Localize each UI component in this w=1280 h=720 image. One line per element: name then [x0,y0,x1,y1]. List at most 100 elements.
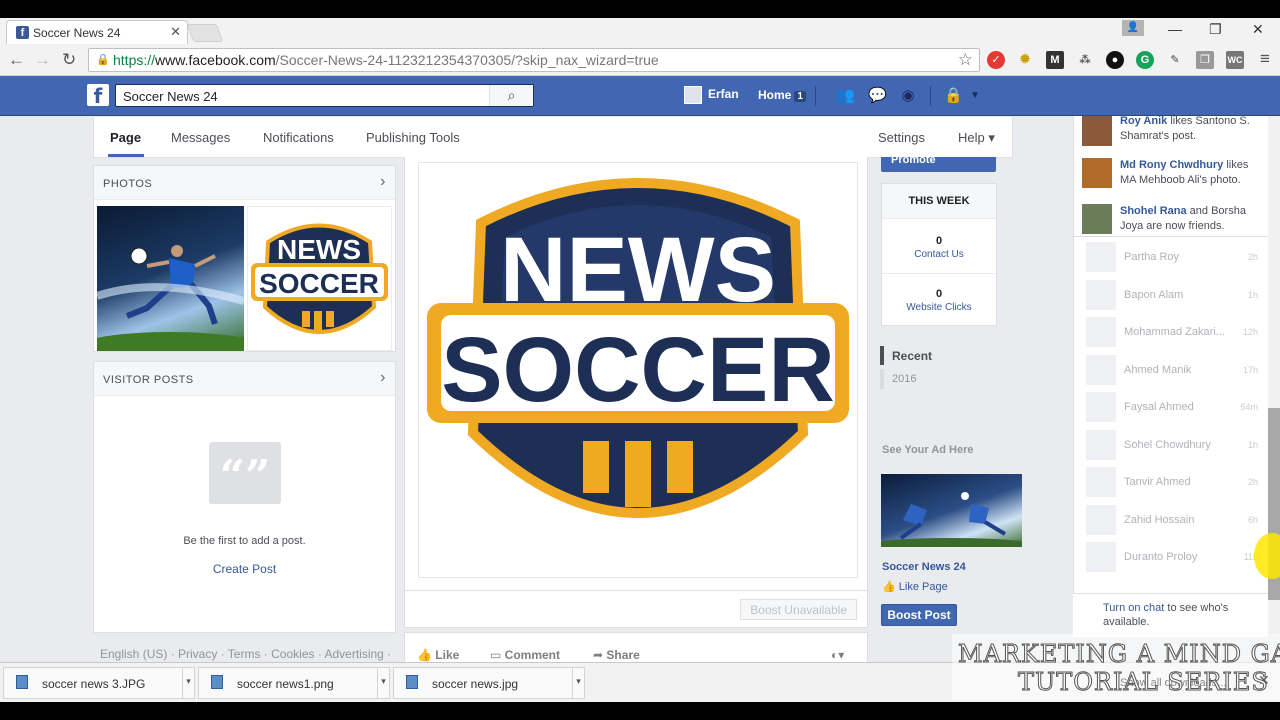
ticker-name: Md Rony Chwdhury [1120,159,1224,171]
ticker-name: Shohel Rana [1120,205,1187,217]
post-image[interactable]: NEWS SOCCER [418,162,858,578]
bookmark-star-icon[interactable]: ☆ [958,50,973,70]
ticker-name: Roy Anik [1120,115,1168,127]
turn-on-chat-link[interactable]: Turn on chat [1103,602,1164,614]
notifications-globe-icon[interactable]: ◉ [899,87,917,105]
menu-icon[interactable]: ≡ [1260,49,1270,69]
minimize-icon[interactable]: — [1168,21,1182,37]
home-link[interactable]: Home 1 [758,88,806,102]
chevron-right-icon[interactable]: › [380,173,386,191]
close-tab-icon[interactable]: ✕ [170,24,181,40]
like-button[interactable]: 👍 Like [417,648,459,662]
contact-stat[interactable]: 0 Contact Us [882,235,996,260]
photos-header[interactable]: PHOTOS › [94,166,395,200]
clicks-label: Website Clicks [906,302,972,313]
privacy-lock-icon[interactable]: 🔒 [944,87,963,105]
profile-link[interactable]: Erfan [684,86,739,104]
chat-contact[interactable]: Partha Roy 2h [1082,242,1262,272]
ad-image[interactable] [881,474,1022,547]
like-icon: 👍 [417,648,436,662]
address-bar[interactable]: 🔒 https://www.facebook.com/Soccer-News-2… [88,48,980,72]
extension-g-icon[interactable]: G [1136,51,1154,69]
forward-icon[interactable]: → [34,50,51,70]
footer-links[interactable]: English (US) · Privacy · Terms · Cookies… [100,647,391,661]
settings-link[interactable]: Settings [878,130,925,145]
year-link[interactable]: 2016 [892,373,916,385]
download-item[interactable]: soccer news.jpg ▾ [393,667,585,699]
tab-page[interactable]: Page [110,130,141,145]
messages-icon[interactable]: 💬 [868,87,887,105]
facebook-logo-icon[interactable]: f [87,84,109,108]
extension-circle-icon[interactable]: ● [1106,51,1124,69]
profile-icon[interactable]: 👤 [1122,20,1144,36]
visitor-posts-card: VISITOR POSTS › “” Be the first to add a… [93,361,396,633]
maximize-icon[interactable]: ❐ [1209,21,1222,38]
empty-posts-text: Be the first to add a post. [183,535,306,547]
like-page-link[interactable]: 👍 Like Page [882,580,948,593]
friend-requests-icon[interactable]: 👥 [836,87,855,105]
visitor-posts-title: VISITOR POSTS [103,374,194,386]
this-week-card: THIS WEEK 0 Contact Us 0 Website Clicks [881,183,997,326]
tab-publishing-tools[interactable]: Publishing Tools [366,130,460,145]
chat-contact[interactable]: Tanvir Ahmed 2h [1082,467,1262,497]
chevron-down-icon[interactable]: ▾ [572,668,584,698]
avatar [1086,242,1116,272]
photo-thumbnail-player[interactable] [97,206,244,351]
download-filename: soccer news1.png [237,677,334,691]
chat-contact[interactable]: Bapon Alam 1h [1082,280,1262,310]
share-icon: ➦ [593,648,607,662]
download-item[interactable]: soccer news 3.JPG ▾ [3,667,195,699]
download-filename: soccer news 3.JPG [42,677,146,691]
new-tab-button[interactable] [186,24,224,42]
tab-title: Soccer News 24 [33,26,121,40]
clicks-stat[interactable]: 0 Website Clicks [882,288,996,313]
chat-contact[interactable]: Sohel Chowdhury 1h [1082,430,1262,460]
chat-contact[interactable]: Duranto Proloy 11h [1082,542,1262,572]
avatar [1086,317,1116,347]
browser-tab[interactable]: f Soccer News 24 ✕ [6,20,188,44]
extension-pen-icon[interactable]: ✎ [1166,51,1184,69]
ad-title[interactable]: Soccer News 24 [882,561,966,573]
search-input[interactable]: Soccer News 24 ⌕ [115,84,534,107]
download-item[interactable]: soccer news1.png ▾ [198,667,390,699]
boost-row: Boost Unavailable [404,590,868,628]
like-page-label: Like Page [898,581,948,593]
extension-m-icon[interactable]: M [1046,51,1064,69]
chat-contact[interactable]: Ahmed Manik 17h [1082,355,1262,385]
promote-button[interactable]: Promote [881,157,996,172]
chevron-down-icon[interactable]: ▾ [182,668,194,698]
extension-wc-icon[interactable]: WC [1226,51,1244,69]
active-tab-indicator [108,154,144,157]
extension-gear-icon[interactable]: ✹ [1016,51,1034,69]
ticker-item[interactable]: Roy Anik likes Santono S. Shamrat's post… [1082,114,1262,146]
boost-unavailable-button[interactable]: Boost Unavailable [740,599,857,620]
tab-notifications[interactable]: Notifications [263,130,334,145]
avatar [684,86,702,104]
audience-menu-icon[interactable]: ◐▾ [831,648,844,662]
back-icon[interactable]: ← [8,50,25,70]
visitor-posts-header[interactable]: VISITOR POSTS › [94,362,395,396]
chat-contact[interactable]: Faysal Ahmed 54m [1082,392,1262,422]
recent-link[interactable]: Recent [892,349,932,363]
comment-button[interactable]: ▭ Comment [490,648,560,662]
chat-contact[interactable]: Mohammad Zakari... 12h [1082,317,1262,347]
ticker-item[interactable]: Md Rony Chwdhury likes MA Mehboob Ali's … [1082,158,1262,188]
avatar [1086,505,1116,535]
boost-post-button[interactable]: Boost Post [881,604,957,626]
reload-icon[interactable]: ↻ [62,50,76,70]
chevron-down-icon[interactable]: ▾ [377,668,389,698]
chevron-right-icon[interactable]: › [380,369,386,387]
extension-grid-icon[interactable]: ⁂ [1076,51,1094,69]
account-menu-icon[interactable]: ▼ [966,87,984,105]
share-button[interactable]: ➦ Share [593,648,640,662]
tab-messages[interactable]: Messages [171,130,230,145]
close-window-icon[interactable]: ✕ [1252,21,1264,38]
help-menu[interactable]: Help ▾ [958,130,995,146]
chat-contact[interactable]: Zahid Hossain 6h [1082,505,1262,535]
ticker-item[interactable]: Shohel Rana and Borsha Joya are now frie… [1082,204,1262,234]
create-post-link[interactable]: Create Post [94,562,395,576]
search-icon[interactable]: ⌕ [489,85,533,106]
photo-thumbnail-logo[interactable]: NEWS SOCCER [247,206,392,351]
extension-copy-icon[interactable]: ❐ [1196,51,1214,69]
extension-icon[interactable]: ✓ [987,51,1005,69]
